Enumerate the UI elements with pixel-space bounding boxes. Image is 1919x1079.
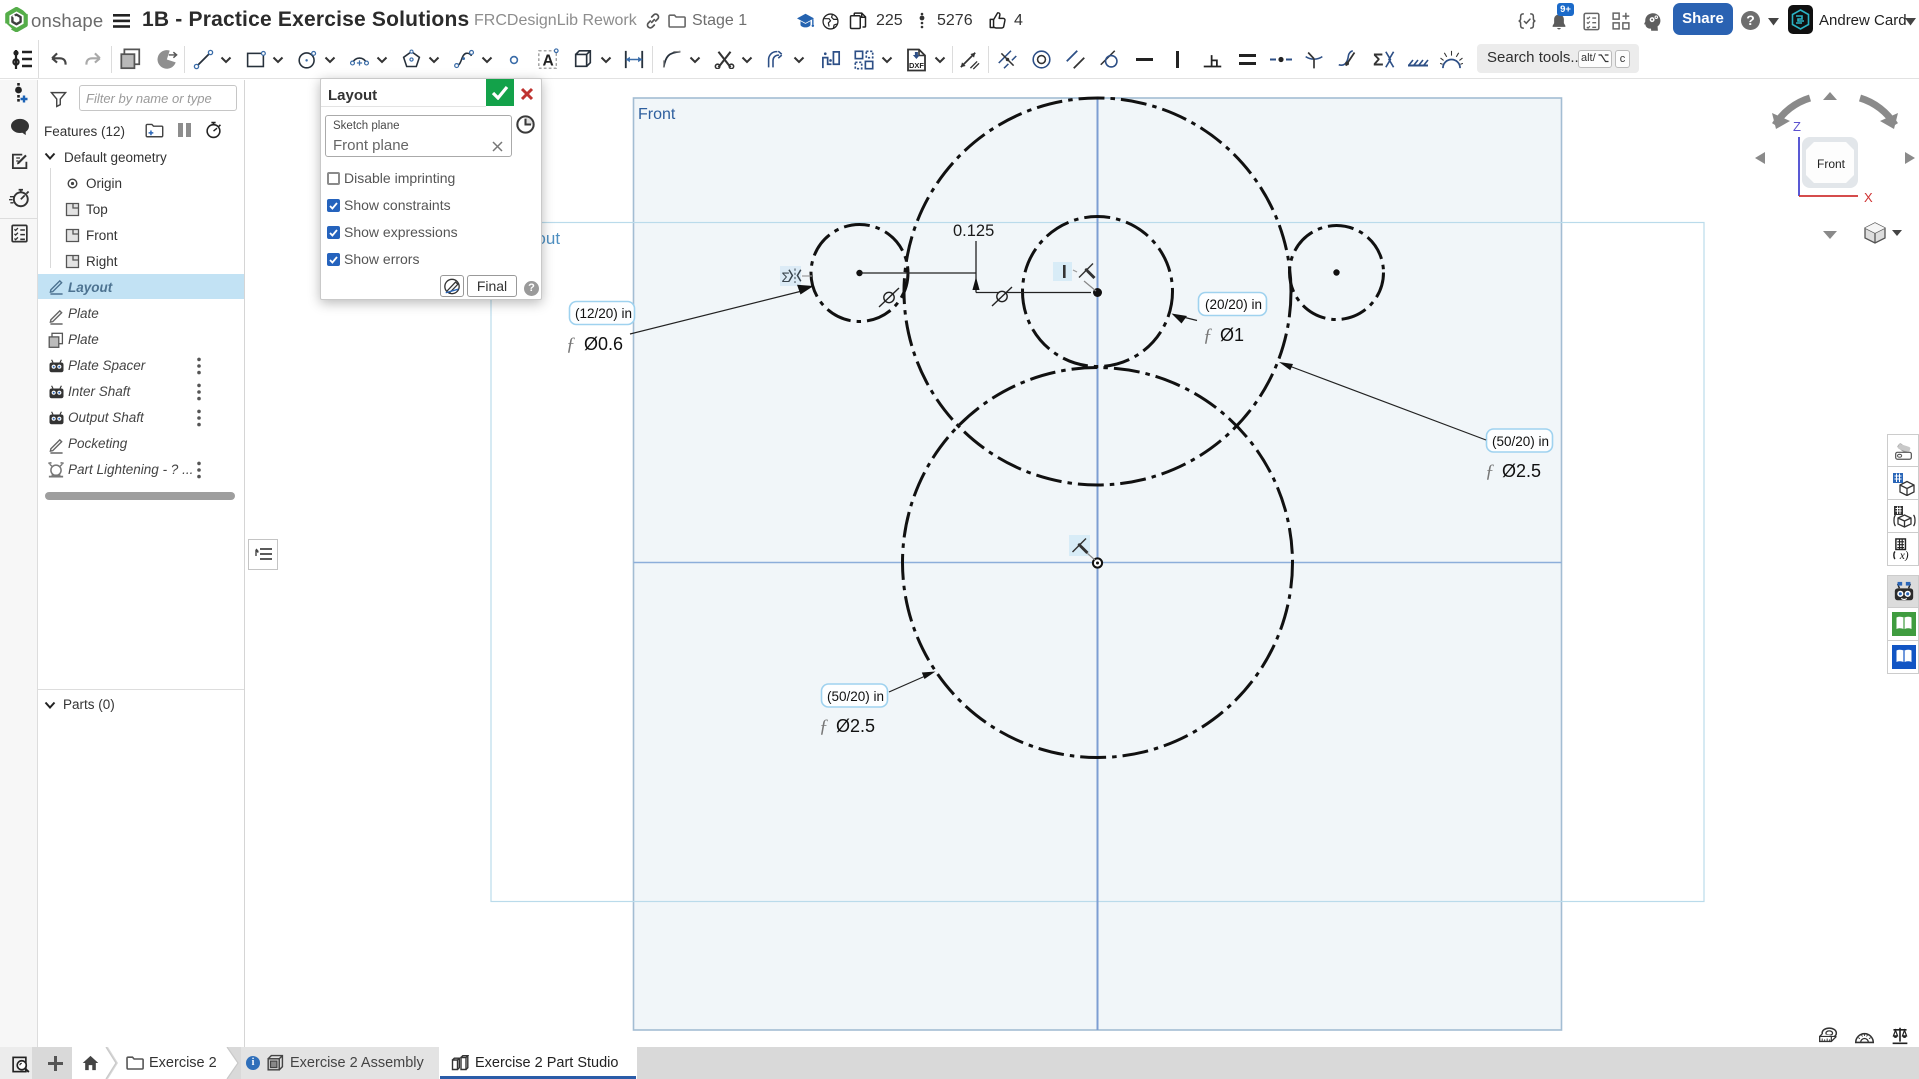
svg-text:Ø0.6: Ø0.6 [584, 334, 623, 354]
svg-text:Σ: Σ [782, 270, 790, 285]
svg-text:(50/20) in: (50/20) in [1492, 434, 1549, 449]
svg-text:(20/20) in: (20/20) in [1205, 297, 1262, 312]
svg-text:Ø2.5: Ø2.5 [1502, 461, 1541, 481]
svg-text:Ø1: Ø1 [1220, 325, 1244, 345]
svg-text:ƒ: ƒ [1485, 461, 1495, 482]
svg-text:ƒ: ƒ [1203, 325, 1213, 346]
svg-text:(12/20) in: (12/20) in [575, 306, 632, 321]
svg-text:x): x) [1899, 550, 1909, 561]
svg-text:(50/20) in: (50/20) in [827, 689, 884, 704]
svg-text:DXF: DXF [909, 61, 924, 70]
svg-text:Ø2.5: Ø2.5 [836, 716, 875, 736]
svg-text:Front: Front [1817, 157, 1846, 171]
svg-text:Z: Z [1793, 119, 1801, 134]
svg-text:Front: Front [638, 106, 676, 123]
svg-text:Σ: Σ [1373, 49, 1383, 69]
svg-text:X: X [1864, 190, 1873, 205]
svg-text:A: A [543, 52, 554, 69]
svg-text:ƒ: ƒ [819, 716, 829, 737]
svg-text:0.125: 0.125 [953, 222, 994, 240]
svg-text:ƒ: ƒ [566, 334, 576, 355]
